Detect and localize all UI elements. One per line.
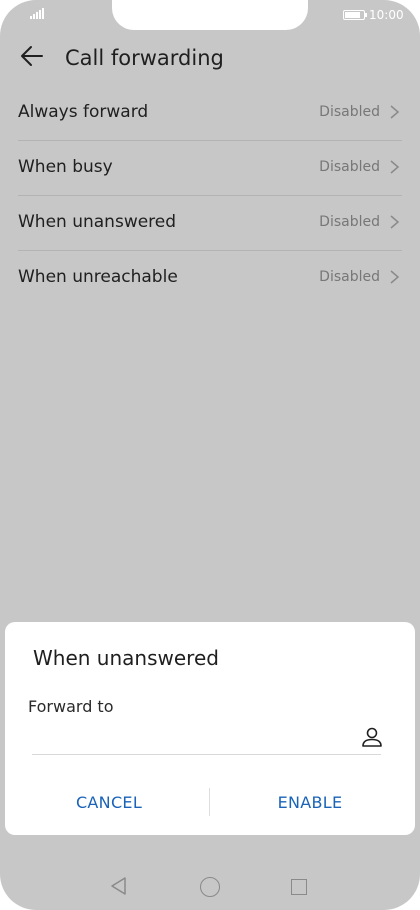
option-always-forward[interactable]: Always forward Disabled [18, 86, 402, 141]
chevron-right-icon [390, 215, 400, 229]
option-when-unanswered[interactable]: When unanswered Disabled [18, 196, 402, 251]
option-when-unreachable[interactable]: When unreachable Disabled [18, 251, 402, 305]
page-title: Call forwarding [65, 46, 224, 70]
dialog-title: When unanswered [33, 646, 219, 670]
signal-icon [30, 8, 44, 19]
option-status: Disabled [319, 269, 380, 285]
system-nav-bar [0, 866, 420, 906]
option-status: Disabled [319, 104, 380, 120]
app-header: Call forwarding [0, 30, 420, 86]
forward-to-input[interactable] [32, 722, 381, 755]
cancel-button[interactable]: CANCEL [10, 782, 208, 822]
enable-button[interactable]: ENABLE [211, 782, 409, 822]
arrow-left-icon[interactable] [18, 42, 46, 70]
forwarding-options-list: Always forward Disabled When busy Disabl… [0, 86, 420, 305]
battery-icon [343, 10, 367, 20]
circle-home-icon[interactable] [200, 877, 220, 897]
square-recent-icon[interactable] [291, 879, 307, 895]
option-status: Disabled [319, 159, 380, 175]
button-divider [209, 788, 210, 816]
option-label: When busy [18, 157, 113, 177]
option-label: When unreachable [18, 267, 178, 287]
person-icon[interactable] [360, 725, 384, 749]
status-time: 10:00 [369, 8, 404, 22]
option-label: When unanswered [18, 212, 177, 232]
forward-dialog: When unanswered Forward to CANCEL ENABLE [5, 622, 415, 835]
chevron-right-icon [390, 160, 400, 174]
status-bar: 10:00 [0, 0, 420, 30]
option-when-busy[interactable]: When busy Disabled [18, 141, 402, 196]
option-status: Disabled [319, 214, 380, 230]
phone-screen: 10:00 Call forwarding Always forward Dis… [0, 0, 420, 910]
chevron-right-icon [390, 270, 400, 284]
chevron-right-icon [390, 105, 400, 119]
triangle-back-icon[interactable] [109, 876, 129, 896]
option-label: Always forward [18, 102, 149, 122]
forward-to-label: Forward to [28, 697, 114, 716]
